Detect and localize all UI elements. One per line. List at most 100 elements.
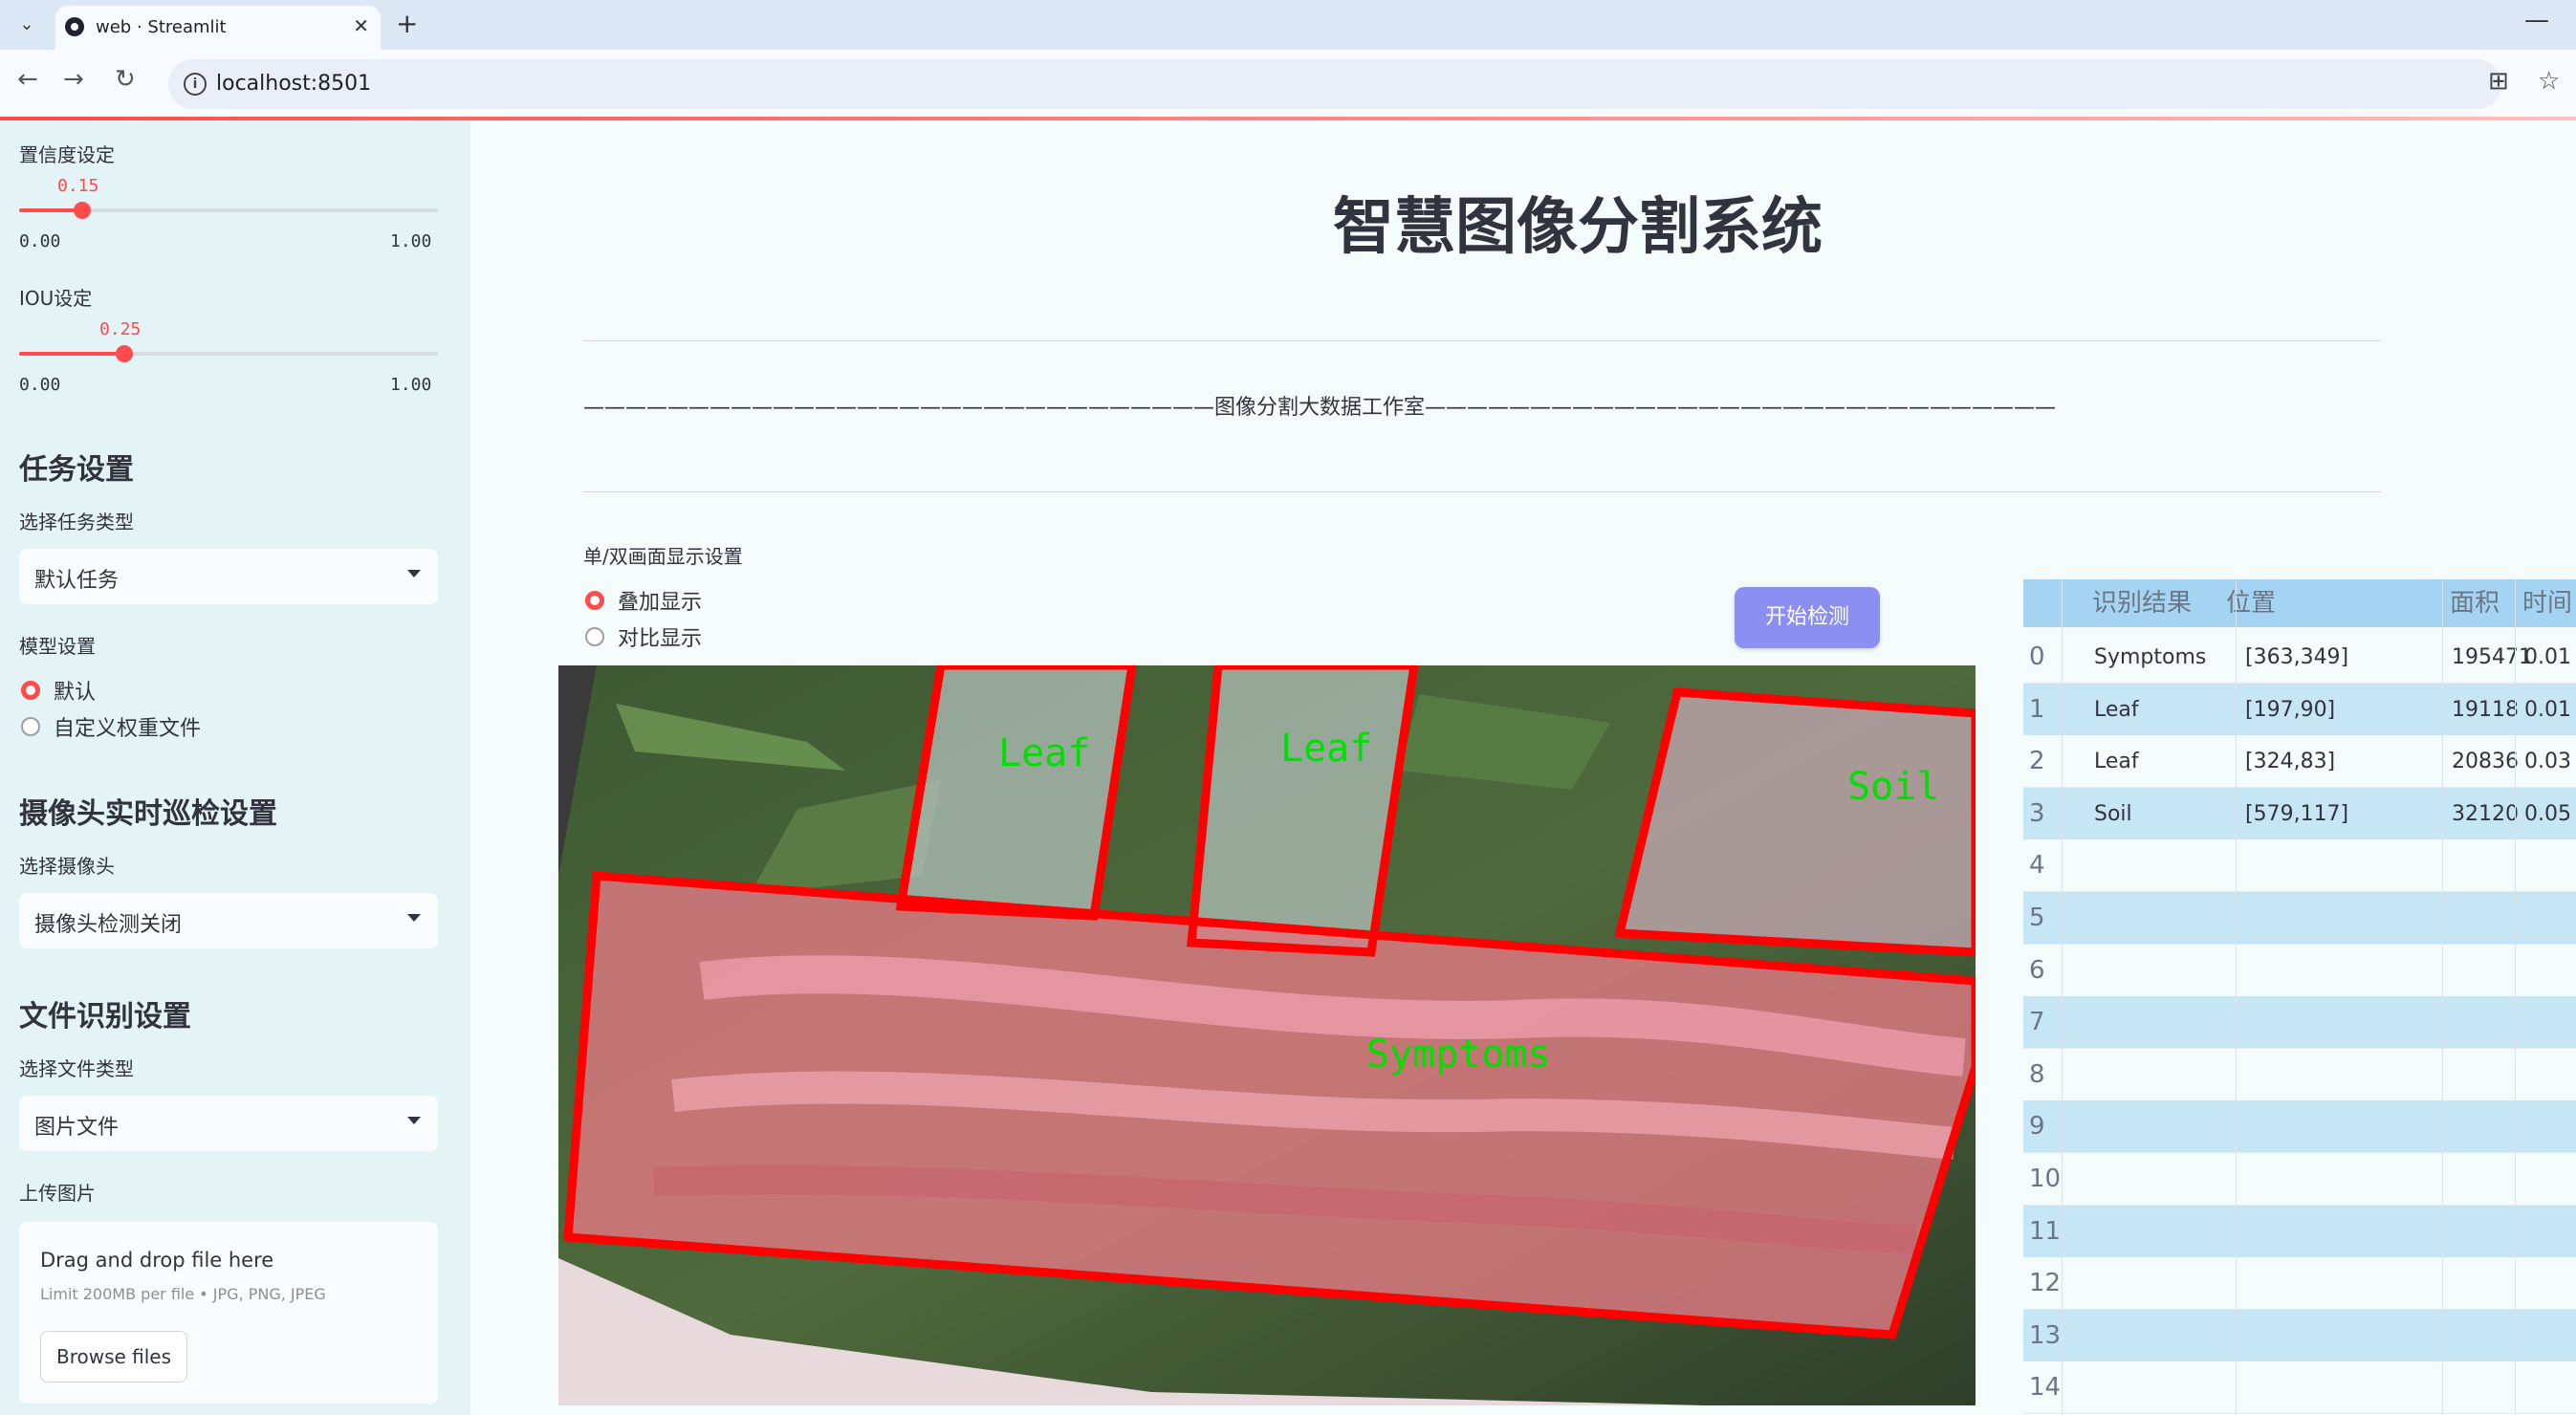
row-time: 0.01 — [2524, 697, 2571, 722]
row-position: [363,349] — [2245, 645, 2349, 669]
file-type-value: 图片文件 — [34, 1116, 120, 1140]
row-area: 19118 — [2452, 697, 2519, 722]
column-divider — [2515, 579, 2516, 1415]
row-position: [197,90] — [2245, 697, 2336, 722]
row-index: 0 — [2029, 642, 2045, 671]
row-index: 10 — [2029, 1165, 2062, 1193]
address-bar[interactable]: i localhost:8501 — [168, 59, 2501, 109]
table-row: 5 — [2023, 892, 2576, 945]
row-index: 4 — [2029, 851, 2045, 881]
new-tab-icon[interactable]: + — [396, 8, 418, 39]
tab-list-chevron-icon[interactable]: ⌄ — [13, 11, 40, 38]
overlay-display-radio[interactable] — [585, 591, 604, 610]
table-row: 10 — [2023, 1153, 2576, 1206]
header-area: 面积 — [2442, 579, 2515, 627]
divider-bottom — [583, 491, 2381, 492]
detection-label-soil: Soil — [1847, 765, 1939, 809]
model-custom-radio[interactable] — [21, 717, 40, 736]
row-area: 20836 — [2452, 750, 2519, 774]
header-time: 时间 — [2515, 579, 2576, 627]
file-dropzone[interactable]: Drag and drop file here Limit 200MB per … — [19, 1222, 438, 1404]
segmentation-canvas: Leaf Leaf Soil Symptoms — [558, 665, 1976, 1405]
row-index: 14 — [2029, 1373, 2062, 1403]
file-type-select[interactable]: 图片文件 — [19, 1096, 438, 1151]
camera-value: 摄像头检测关闭 — [34, 913, 183, 937]
iou-slider-fill — [19, 352, 124, 356]
reload-icon[interactable]: ↻ — [115, 65, 136, 94]
model-custom-label: 自定义权重文件 — [54, 717, 202, 741]
confidence-label: 置信度设定 — [19, 143, 115, 166]
task-type-label: 选择任务类型 — [19, 511, 134, 533]
camera-select[interactable]: 摄像头检测关闭 — [19, 893, 438, 948]
row-index: 6 — [2029, 955, 2045, 985]
upload-label: 上传图片 — [19, 1182, 96, 1205]
column-divider — [2442, 579, 2443, 1415]
row-position: [579,117] — [2245, 801, 2349, 826]
tab-title: web · Streamlit — [96, 17, 227, 37]
back-arrow-icon[interactable]: ← — [17, 65, 38, 94]
chevron-down-icon — [407, 1117, 421, 1124]
camera-label: 选择摄像头 — [19, 855, 115, 878]
table-row: 13 — [2023, 1309, 2576, 1362]
site-info-icon[interactable]: i — [184, 73, 207, 96]
browse-files-button[interactable]: Browse files — [40, 1331, 187, 1382]
row-index: 7 — [2029, 1008, 2045, 1037]
model-default-radio[interactable] — [21, 681, 40, 700]
row-index: 1 — [2029, 694, 2045, 724]
start-detection-button[interactable]: 开始检测 — [1735, 587, 1880, 648]
iou-max: 1.00 — [390, 375, 432, 395]
header-result: 识别结果 — [2062, 579, 2195, 627]
detection-label-leaf-1: Leaf — [998, 731, 1090, 775]
forward-arrow-icon[interactable]: → — [63, 65, 84, 94]
task-settings-header: 任务设置 — [19, 453, 134, 487]
browser-nav-bar: ← → ↻ i localhost:8501 ⊞ ☆ — [0, 50, 2576, 117]
table-row: 7 — [2023, 996, 2576, 1050]
display-mode-label: 单/双画面显示设置 — [583, 545, 743, 568]
row-result: Soil — [2094, 801, 2132, 826]
row-position: [324,83] — [2245, 750, 2336, 774]
row-area: 195471 — [2452, 645, 2532, 669]
studio-divider-text: ——————————————————————————————图像分割大数据工作室… — [583, 396, 2057, 420]
table-row: 14 — [2023, 1361, 2576, 1415]
table-row: 6 — [2023, 944, 2576, 997]
streamlit-favicon-icon — [65, 17, 84, 36]
row-result: Symptoms — [2094, 645, 2207, 669]
segmentation-result-image: Leaf Leaf Soil Symptoms — [558, 665, 1976, 1405]
browser-tab[interactable]: web · Streamlit ✕ — [55, 6, 381, 50]
camera-settings-header: 摄像头实时巡检设置 — [19, 797, 277, 831]
task-type-select[interactable]: 默认任务 — [19, 549, 438, 604]
row-result: Leaf — [2094, 697, 2139, 722]
iou-slider-thumb[interactable] — [116, 345, 133, 362]
window-minimize-icon[interactable]: — — [2524, 6, 2549, 34]
iou-value: 0.25 — [99, 319, 142, 339]
row-index: 8 — [2029, 1059, 2045, 1089]
row-index: 2 — [2029, 747, 2045, 776]
iou-slider[interactable] — [19, 345, 438, 362]
iou-min: 0.00 — [19, 375, 61, 395]
row-time: 0.01 — [2524, 645, 2571, 669]
dropzone-title: Drag and drop file here — [40, 1249, 274, 1272]
dropzone-limit: Limit 200MB per file • JPG, PNG, JPEG — [40, 1285, 326, 1303]
table-row: 11 — [2023, 1205, 2576, 1258]
sidebar: 置信度设定 0.15 0.00 1.00 IOU设定 0.25 0.00 1.0… — [0, 120, 470, 1415]
table-row: 8 — [2023, 1048, 2576, 1101]
table-row: 12 — [2023, 1257, 2576, 1311]
row-result: Leaf — [2094, 750, 2139, 774]
column-divider — [2236, 579, 2237, 1415]
divider-top — [583, 340, 2381, 341]
page-title: 智慧图像分割系统 — [1333, 192, 1823, 263]
row-time: 0.05 — [2524, 801, 2571, 826]
tab-close-icon[interactable]: ✕ — [353, 14, 369, 37]
compare-display-radio[interactable] — [585, 627, 604, 646]
soil-mask — [1620, 692, 1976, 952]
row-area: 32120 — [2452, 801, 2519, 826]
row-index: 9 — [2029, 1112, 2045, 1142]
table-row: 9 — [2023, 1100, 2576, 1154]
task-type-value: 默认任务 — [34, 569, 120, 593]
file-settings-header: 文件识别设置 — [19, 1000, 191, 1034]
table-row: 4 — [2023, 839, 2576, 893]
bookmark-star-icon[interactable]: ☆ — [2538, 67, 2560, 96]
detection-label-leaf-2: Leaf — [1280, 727, 1372, 771]
model-default-label: 默认 — [54, 681, 97, 705]
translate-icon[interactable]: ⊞ — [2488, 67, 2509, 96]
